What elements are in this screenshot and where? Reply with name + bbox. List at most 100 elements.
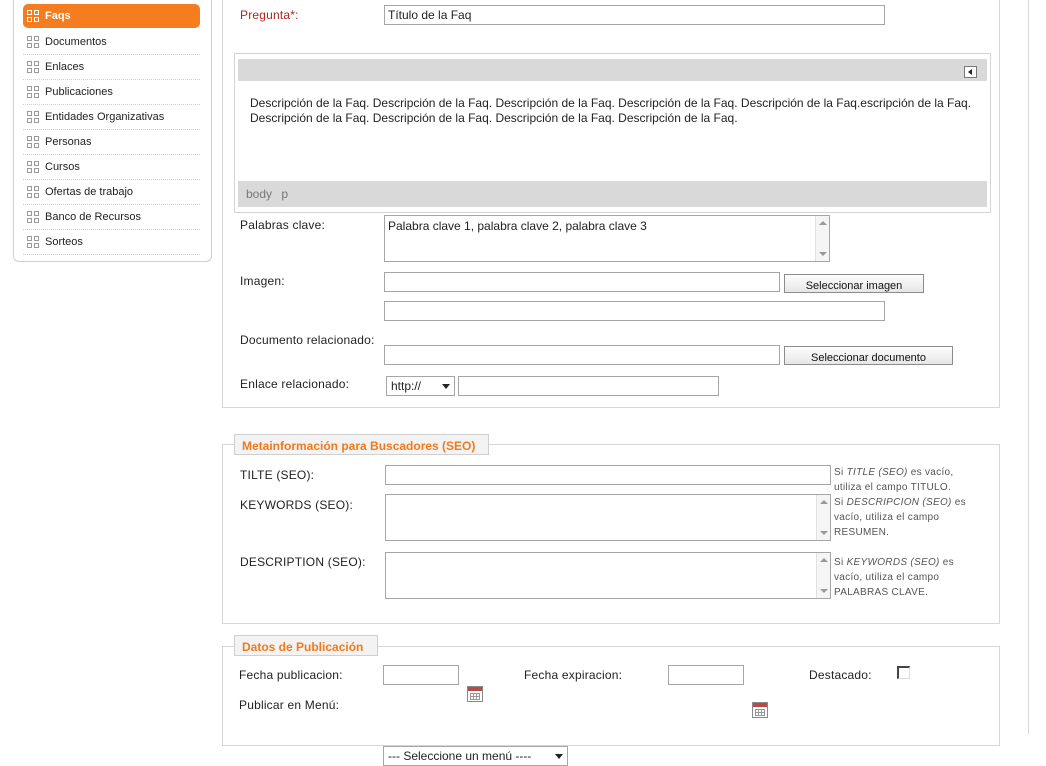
grid-icon [27,211,39,223]
seo-title-hint: Si TITLE (SEO) es vacío, utiliza el camp… [834,465,1024,495]
hint-text: RESUMEN. [834,527,890,538]
grid-icon [27,86,39,98]
dropdown-arrow-icon [555,754,563,759]
seo-keywords-label: KEYWORDS (SEO): [240,498,354,512]
grid-icon [27,136,39,148]
scroll-down-icon[interactable] [820,589,828,593]
sidebar-item-enlaces[interactable]: Enlaces [23,55,200,80]
sidebar-item-cursos[interactable]: Cursos [23,155,200,180]
grid-icon [27,61,39,73]
documento-input[interactable] [384,345,780,365]
sidebar-item-label: Publicaciones [45,86,113,98]
imagen-label: Imagen: [240,274,285,288]
sidebar-item-label: Ofertas de trabajo [45,186,134,198]
sidebar-item-label: Enlaces [45,61,85,73]
fecha-expiracion-label: Fecha expiracion: [524,668,623,682]
grid-icon [27,10,39,22]
sidebar-item-label: Personas [45,136,92,148]
enlace-label: Enlace relacionado: [240,377,350,391]
scroll-down-icon[interactable] [820,531,828,535]
seo-title-input[interactable] [385,465,831,485]
grid-icon [27,236,39,248]
grid-icon [27,186,39,198]
sidebar-item-label: Entidades Organizativas [45,111,165,123]
destacado-label: Destacado: [809,668,872,682]
sidebar-item-entidades[interactable]: Entidades Organizativas [23,105,200,130]
seo-description-textarea[interactable] [385,552,831,599]
hint-text: Si [834,467,847,478]
hint-field-name: TITLE (SEO) [846,467,908,478]
seo-legend: Metainformación para Buscadores (SEO) [234,434,489,455]
publicacion-legend: Datos de Publicación [234,635,378,656]
pregunta-input[interactable] [384,5,885,25]
menu-select-value: --- Seleccione un menú ---- [388,749,532,763]
sidebar-item-documentos[interactable]: Documentos [23,30,200,55]
sidebar-item-ofertas[interactable]: Ofertas de trabajo [23,180,200,205]
seo-description-hint: Si KEYWORDS (SEO) es vacío, utiliza el c… [834,555,1024,600]
destacado-checkbox[interactable] [897,666,910,679]
calendar-icon[interactable] [467,686,483,702]
editor-path-status: body p [238,181,987,207]
dropdown-arrow-icon [442,384,450,389]
sidebar-item-faqs[interactable]: Faqs [23,4,200,28]
scrollbar[interactable] [816,495,830,540]
menu-select[interactable]: --- Seleccione un menú ---- [383,746,568,766]
palabras-clave-value: Palabra clave 1, palabra clave 2, palabr… [388,219,647,233]
hint-text: es [951,497,966,508]
seo-description-label: DESCRIPTION (SEO): [240,555,366,569]
fecha-publicacion-input[interactable] [383,665,459,685]
sidebar-item-label: Faqs [45,10,71,22]
sidebar-item-label: Cursos [45,161,80,173]
select-image-button[interactable]: Seleccionar imagen [784,274,924,293]
hint-text: Si [834,557,847,568]
palabras-clave-label: Palabras clave: [240,218,326,232]
scrollbar[interactable] [816,553,830,598]
scroll-down-icon[interactable] [819,252,827,256]
scroll-up-icon[interactable] [820,558,828,562]
page-right-border [1028,0,1029,734]
sidebar-item-personas[interactable]: Personas [23,130,200,155]
sidebar-item-label: Sorteos [45,236,83,248]
hint-text: PALABRAS CLAVE. [834,587,929,598]
seo-title-label: TILTE (SEO): [240,468,315,482]
grid-icon [27,161,39,173]
sidebar-item-banco-recursos[interactable]: Banco de Recursos [23,205,200,230]
publicar-menu-label: Publicar en Menú: [239,698,340,712]
seo-keywords-textarea[interactable] [385,494,831,541]
protocol-select-value: http:// [391,379,422,393]
scroll-up-icon[interactable] [820,500,828,504]
sidebar-item-label: Documentos [45,36,107,48]
hint-text: vacío, utiliza el campo [834,512,940,523]
fecha-publicacion-label: Fecha publicacion: [239,668,343,682]
grid-icon [27,36,39,48]
enlace-input[interactable] [458,376,719,396]
collapse-toolbar-icon[interactable] [964,66,977,78]
hint-text: vacío, utiliza el campo [834,572,940,583]
hint-text: Si [834,497,847,508]
scrollbar[interactable] [815,216,829,261]
palabras-clave-textarea[interactable]: Palabra clave 1, palabra clave 2, palabr… [384,215,830,262]
pregunta-label: Pregunta*: [240,8,299,22]
hint-text: es vacío, [907,467,954,478]
scroll-up-icon[interactable] [819,221,827,225]
protocol-select[interactable]: http:// [386,376,455,396]
grid-icon [27,111,39,123]
seo-keywords-hint: Si DESCRIPCION (SEO) es vacío, utiliza e… [834,495,1024,540]
imagen-path-input[interactable] [384,301,885,321]
calendar-icon[interactable] [752,702,768,718]
publicacion-fieldset [222,646,1000,746]
hint-text: es [939,557,954,568]
select-document-button[interactable]: Seleccionar documento [784,346,953,365]
hint-field-name: DESCRIPCION (SEO) [846,497,952,508]
hint-field-name: KEYWORDS (SEO) [846,557,940,568]
sidebar-item-publicaciones[interactable]: Publicaciones [23,80,200,105]
editor-toolbar [238,59,987,81]
hint-text: utiliza el campo TITULO. [834,482,952,493]
imagen-input[interactable] [384,272,780,292]
sidebar-item-sorteos[interactable]: Sorteos [23,230,200,255]
documento-label: Documento relacionado: [240,333,375,347]
sidebar-item-label: Banco de Recursos [45,211,141,223]
sidebar: Faqs Documentos Enlaces Publicaciones En… [13,0,212,262]
description-editor[interactable]: Descripción de la Faq. Descripción de la… [240,81,982,181]
fecha-expiracion-input[interactable] [668,665,744,685]
